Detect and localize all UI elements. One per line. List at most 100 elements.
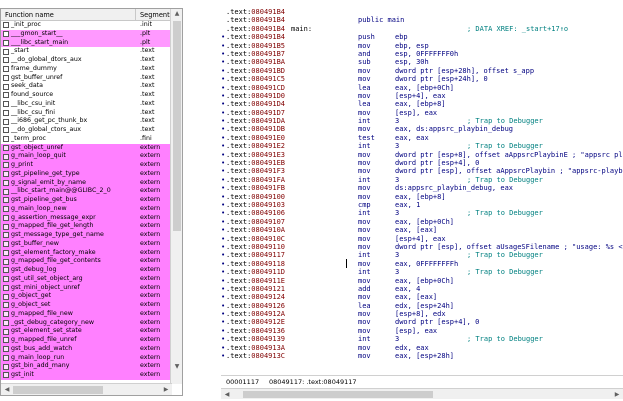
function-row[interactable]: __i686_get_pc_thunk_bx .text xyxy=(1,117,171,126)
disassembly-line[interactable]: • .text:0804910C mov [esp+4], eax xyxy=(221,235,623,243)
disassembly-line[interactable]: • .text:0804910A mov eax, [eax] xyxy=(221,226,623,234)
function-row[interactable]: gst_bus_add_watch extern xyxy=(1,344,171,354)
function-row[interactable]: ___libc_start_main .plt xyxy=(1,38,171,48)
scroll-left-arrow-icon[interactable]: ◀ xyxy=(1,385,13,395)
disassembly-line[interactable]: • .text:080491F3 mov dword ptr [esp], offse… xyxy=(221,167,623,175)
disassembly-line[interactable]: • .text:08049107 mov eax, [ebp+0Ch] xyxy=(221,218,623,226)
functions-horizontal-scrollbar[interactable]: ◀ ▶ xyxy=(1,383,172,395)
function-row[interactable]: g_main_loop_new extern xyxy=(1,204,171,214)
scroll-right-arrow-icon[interactable]: ▶ xyxy=(611,389,623,400)
disassembly-line[interactable]: • .text:08049136 mov [esp], eax xyxy=(221,327,623,335)
function-row[interactable]: gst_init extern xyxy=(1,371,171,380)
function-row[interactable]: g_signal_emit_by_name extern xyxy=(1,178,171,188)
function-row[interactable]: g_object_get extern xyxy=(1,292,171,301)
column-header-function-name[interactable]: Function name xyxy=(1,9,136,21)
scroll-down-arrow-icon[interactable]: ▼ xyxy=(171,362,183,372)
function-row[interactable]: gst_mini_object_unref extern xyxy=(1,283,171,293)
function-row[interactable]: __do_global_dtors_aux .text xyxy=(1,56,171,65)
function-row[interactable]: gst_bin_add_many extern xyxy=(1,362,171,371)
disassembly-line[interactable]: • .text:08049124 mov eax, [eax] xyxy=(221,293,623,301)
disassembly-line[interactable]: • .text:0804912A mov [esp+8], edx xyxy=(221,310,623,318)
function-row[interactable]: gst_element_factory_make extern xyxy=(1,248,171,258)
function-row[interactable]: found_source .text xyxy=(1,91,171,100)
disassembly-line[interactable]: .text:080491B4 xyxy=(221,8,623,16)
function-row[interactable]: ___gmon_start__ .plt xyxy=(1,29,171,39)
function-row[interactable]: g_assertion_message_expr extern xyxy=(1,213,171,223)
disassembly-line[interactable]: • .text:0804911D int 3 ; Trap to Debugger xyxy=(221,268,623,276)
disassembly-line[interactable]: • .text:08049117 int 3 ; Trap to Debugger xyxy=(221,251,623,259)
disassembly-line[interactable]: • .text:08049121 add eax, 4 xyxy=(221,285,623,293)
disassembly-line[interactable]: • .text:080491D7 mov [esp], eax xyxy=(221,109,623,117)
disassembly-line[interactable]: • .text:080491D0 mov [esp+4], eax xyxy=(221,92,623,100)
disassembly-line[interactable]: • .text:080491B5 mov ebp, esp xyxy=(221,42,623,50)
scroll-right-arrow-icon[interactable]: ▶ xyxy=(160,385,172,395)
function-row[interactable]: seek_data .text xyxy=(1,82,171,91)
function-row[interactable]: g_main_loop_quit extern xyxy=(1,152,171,161)
disassembly-line[interactable]: • .text:08049103 cmp eax, 1 xyxy=(221,201,623,209)
disassembly-line[interactable]: • .text:08049139 int 3 ; Trap to Debugger xyxy=(221,335,623,343)
function-row[interactable]: gst_pipeline_get_bus extern xyxy=(1,196,171,205)
disassembly-line[interactable]: .text:080491B4 public main xyxy=(221,16,623,24)
disassembly-line[interactable]: • .text:080491E3 mov dword ptr [esp+8], off… xyxy=(221,151,623,159)
function-row[interactable]: _gst_debug_category_new extern xyxy=(1,318,171,328)
function-row[interactable]: g_mapped_file_get_contents extern xyxy=(1,257,171,266)
disassembly-line[interactable]: • .text:080491BA sub esp, 30h xyxy=(221,58,623,66)
disassembly-line[interactable]: • .text:080491E0 test eax, eax xyxy=(221,134,623,142)
disassembly-line[interactable]: • .text:080491C5 mov dword ptr [esp+24h], 0 xyxy=(221,75,623,83)
disassembly-line[interactable]: • .text:08049100 mov eax, [ebp+8] xyxy=(221,193,623,201)
function-row[interactable]: gst_util_set_object_arg extern xyxy=(1,274,171,284)
function-row[interactable]: _init_proc .init xyxy=(1,21,171,30)
column-header-segment[interactable]: Segment xyxy=(136,9,171,21)
function-row[interactable]: gst_element_set_state extern xyxy=(1,327,171,336)
disassembly-view[interactable]: .text:080491B4 .text:080491B4 public main.… xyxy=(221,8,623,373)
disassembly-line[interactable]: • .text:08049126 lea edx, [esp+24h] xyxy=(221,302,623,310)
disassembly-line[interactable]: • .text:08049106 int 3 ; Trap to Debugger xyxy=(221,209,623,217)
disassembly-line[interactable]: • .text:080491D4 lea eax, [ebp+8] xyxy=(221,100,623,108)
function-row[interactable]: g_object_set extern xyxy=(1,301,171,310)
function-row[interactable]: g_mapped_file_get_length extern xyxy=(1,222,171,231)
disassembly-line[interactable]: • .text:080491CD lea eax, [ebp+0Ch] xyxy=(221,84,623,92)
disassembly-line[interactable]: • .text:080491B7 and esp, 0FFFFFFF0h xyxy=(221,50,623,58)
disassembly-line[interactable]: • .text:0804911E mov eax, [ebp+0Ch] xyxy=(221,277,623,285)
functions-scroll-thumb[interactable] xyxy=(173,21,181,231)
instruction-operands: 3 xyxy=(395,268,400,277)
function-row[interactable]: gst_message_type_get_name extern xyxy=(1,231,171,240)
function-row[interactable]: __libc_csu_init .text xyxy=(1,100,171,109)
scroll-left-arrow-icon[interactable]: ◀ xyxy=(221,389,233,400)
function-row[interactable]: frame_dummy .text xyxy=(1,65,171,74)
disassembly-line[interactable]: • .text:080491FA int 3 ; Trap to Debugger xyxy=(221,176,623,184)
functions-vertical-scrollbar[interactable]: ▲ ▼ xyxy=(170,9,182,384)
functions-hscroll-thumb[interactable] xyxy=(13,386,103,394)
function-row[interactable]: __libc_csu_fini .text xyxy=(1,109,171,118)
scroll-up-arrow-icon[interactable]: ▲ xyxy=(171,9,183,19)
disassembly-line[interactable]: .text:080491B4 main: ; DATA XREF: _start+1… xyxy=(221,25,623,33)
function-row[interactable]: __do_global_ctors_aux .text xyxy=(1,126,171,135)
function-row[interactable]: g_mapped_file_unref extern xyxy=(1,336,171,345)
disassembly-line[interactable]: • .text:0804912E mov dword ptr [esp+4], 0 xyxy=(221,318,623,326)
function-row[interactable]: g_mapped_file_new extern xyxy=(1,309,171,319)
disassembly-line[interactable]: • .text:080491B4 push ebp xyxy=(221,33,623,41)
disassembly-line[interactable]: • .text:0804913A mov edx, eax xyxy=(221,344,623,352)
disassembly-line[interactable]: • .text:080491DA int 3 ; Trap to Debugger xyxy=(221,117,623,125)
disassembly-horizontal-scrollbar[interactable]: ◀ ▶ xyxy=(221,388,623,399)
function-row[interactable]: gst_pipeline_get_type extern xyxy=(1,169,171,179)
disassembly-line[interactable]: • .text:080491EB mov dword ptr [esp+4], 0 xyxy=(221,159,623,167)
disassembly-line[interactable]: • .text:0804913C mov eax, [esp+28h] xyxy=(221,352,623,360)
disassembly-line[interactable]: • .text:08049118 mov eax, 0FFFFFFFFh xyxy=(221,260,623,268)
function-row[interactable]: _term_proc .fini xyxy=(1,135,171,144)
function-row[interactable]: gst_debug_log extern xyxy=(1,266,171,275)
disassembly-line[interactable]: • .text:080491E2 int 3 ; Trap to Debugger xyxy=(221,142,623,150)
disassembly-line[interactable]: • .text:080491FB mov ds:appsrc_playbin_debu… xyxy=(221,184,623,192)
function-row[interactable]: _start .text xyxy=(1,47,171,56)
disassembly-line[interactable]: • .text:080491DB mov eax, ds:appsrc_playbin… xyxy=(221,125,623,133)
function-row[interactable]: gst_buffer_new extern xyxy=(1,239,171,249)
function-row[interactable]: __libc_start_main@@GLIBC_2_0 extern xyxy=(1,187,171,196)
function-row[interactable]: g_main_loop_run extern xyxy=(1,353,171,363)
disassembly-line[interactable]: • .text:08049110 mov dword ptr [esp], offse… xyxy=(221,243,623,251)
instruction-operands: eax, [ebp+8] xyxy=(395,192,446,201)
function-row[interactable]: gst_buffer_unref .text xyxy=(1,74,171,83)
disassembly-hscroll-thumb[interactable] xyxy=(243,391,433,398)
function-row[interactable]: gst_object_unref extern xyxy=(1,143,171,153)
function-row[interactable]: g_print extern xyxy=(1,161,171,170)
disassembly-line[interactable]: • .text:080491BD mov dword ptr [esp+28h], o… xyxy=(221,67,623,75)
